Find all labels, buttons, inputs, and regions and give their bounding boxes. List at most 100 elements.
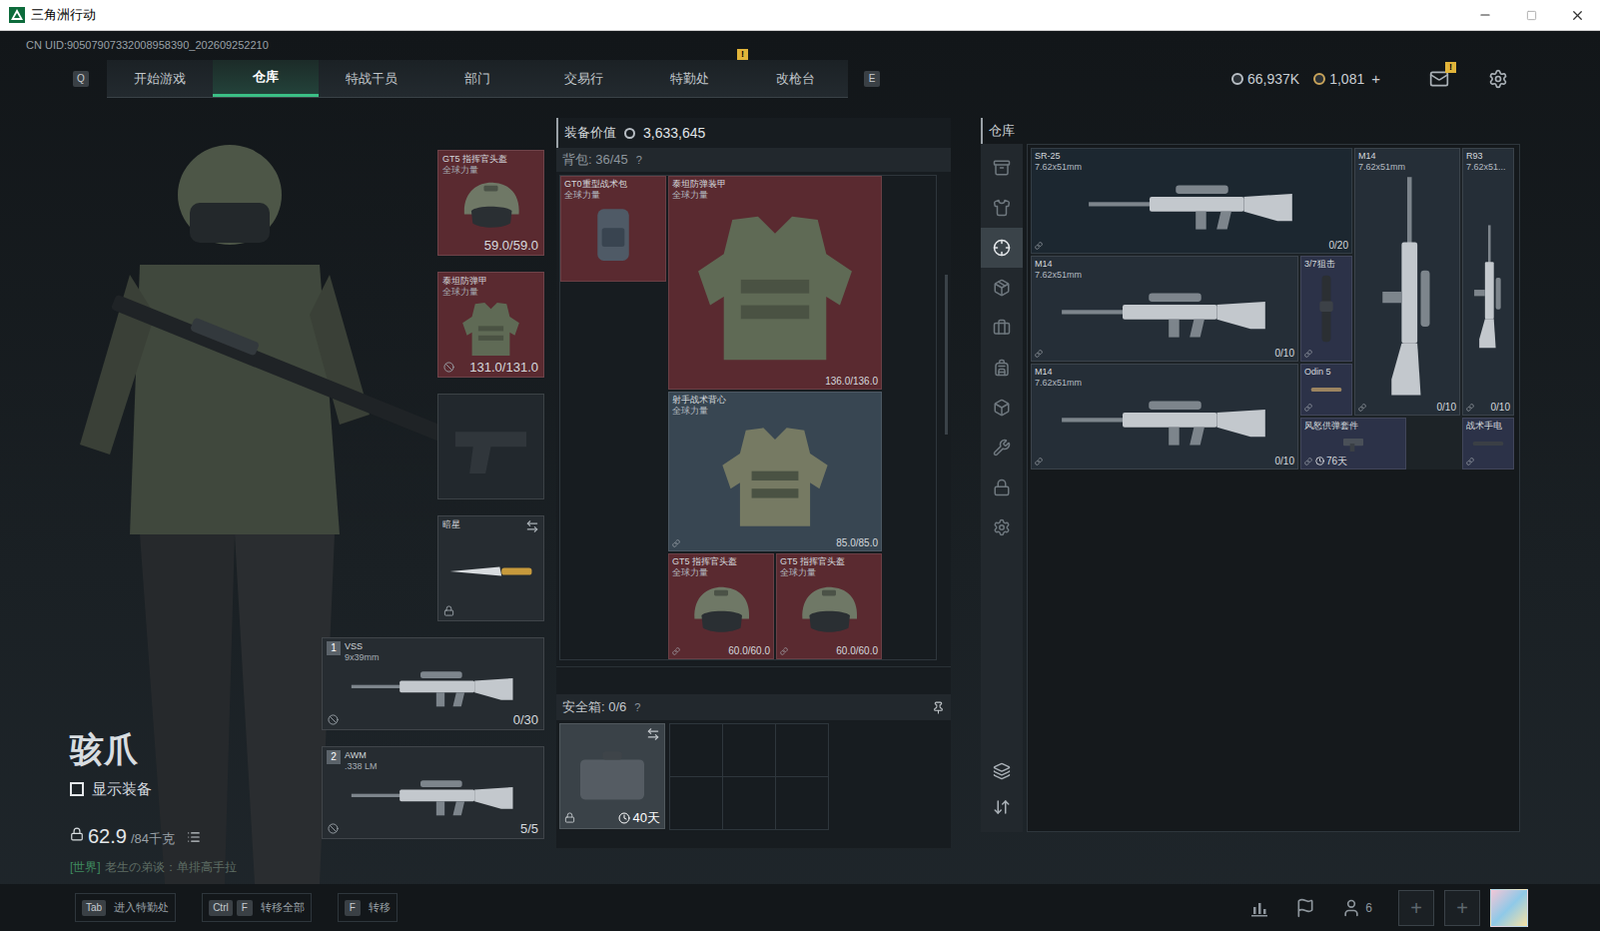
gear-slot[interactable] [437, 393, 545, 500]
key-chip: F [236, 899, 253, 916]
clock-icon [618, 811, 631, 824]
avatar[interactable] [1490, 888, 1529, 927]
slot-index: 2 [326, 750, 341, 765]
sidebar-tab[interactable] [980, 267, 1023, 308]
currency-amount: 1,081 [1329, 68, 1365, 90]
currency[interactable]: 1,081 + [1313, 67, 1381, 91]
list-icon[interactable] [186, 829, 201, 844]
chat-line[interactable]: [世界]老生の弟谈：单排高手拉 [69, 857, 318, 876]
item-cell[interactable]: GT5 指挥官头盔全球力量60.0/60.0 [776, 553, 882, 660]
show-equipment-toggle[interactable]: 显示装备 [69, 778, 318, 801]
hint-label: 转移 [368, 898, 391, 916]
mail-button[interactable]: ! [1426, 67, 1453, 90]
maximize-button[interactable] [1508, 0, 1555, 30]
item-name: GT5 指挥官头盔 [780, 556, 878, 568]
team-slot[interactable]: + [1444, 889, 1481, 926]
nav-tab[interactable]: 改枪台 [742, 59, 848, 97]
item-cell[interactable]: 战术手电 [1462, 417, 1515, 470]
item-sub: 7.62x51mm [1034, 377, 1295, 389]
item-name: 泰坦防弹装甲 [672, 178, 878, 190]
item-cell[interactable]: 射手战术背心全球力量85.0/85.0 [668, 391, 882, 552]
flag-icon[interactable] [1295, 897, 1316, 918]
rifle-icon [1037, 174, 1346, 238]
settings-icon[interactable] [1488, 68, 1509, 89]
item-cell[interactable]: GT5 指挥官头盔全球力量60.0/60.0 [668, 553, 775, 660]
item-cell[interactable]: Odin 5 [1300, 363, 1353, 416]
currency[interactable]: 66,937K [1231, 68, 1300, 90]
key-hint[interactable]: CtrlF转移全部 [201, 892, 312, 922]
item-cell[interactable]: M147.62x51mm0/10 [1030, 255, 1299, 362]
currency-add[interactable]: + [1371, 67, 1381, 91]
empty-slot[interactable] [723, 777, 776, 829]
bind-icon [1304, 403, 1313, 412]
sidebar-tab[interactable] [980, 227, 1023, 268]
minimize-button[interactable] [1462, 0, 1509, 30]
safebox[interactable]: 40天 [559, 723, 666, 829]
checkbox[interactable] [69, 782, 84, 797]
nav-tab[interactable]: 仓库 [212, 59, 319, 97]
item-cell[interactable]: GT0重型战术包全球力量 [560, 175, 667, 282]
empty-slot[interactable] [776, 777, 828, 829]
team-slot[interactable]: + [1398, 889, 1435, 926]
sidebar-tab[interactable] [980, 427, 1023, 468]
nav-tab-label: 特勤处 [670, 68, 710, 89]
key-hint[interactable]: F转移 [337, 892, 398, 922]
item-value: 0/10 [1437, 399, 1457, 415]
weapon-slot[interactable]: 1VSS9x39mm0/30 [321, 637, 545, 731]
sidebar-tab[interactable] [980, 507, 1023, 548]
pin-icon[interactable] [931, 701, 945, 715]
gear-slot[interactable]: GT5 指挥官头盔全球力量59.0/59.0 [437, 149, 545, 256]
friends[interactable]: 6 [1341, 897, 1373, 918]
nav-tab[interactable]: 开始游戏 [106, 59, 213, 97]
sort-icon[interactable] [992, 798, 1011, 816]
help-button[interactable]: ? [636, 151, 643, 169]
item-value: 0/20 [1329, 237, 1349, 253]
empty-slot[interactable] [723, 724, 776, 777]
item-sub: 7.62x51mm [1034, 269, 1295, 281]
sidebar-tab[interactable] [980, 347, 1023, 388]
stats-icon[interactable] [1249, 897, 1270, 918]
chat-text: 老生の弟谈：单排高手拉 [104, 859, 237, 874]
safebox-header: 安全箱: 0/6? [556, 694, 951, 721]
close-button[interactable] [1554, 0, 1600, 30]
pistol-placeholder-icon [446, 416, 536, 483]
item-cell[interactable]: R937.62x51...0/10 [1462, 147, 1515, 416]
item-cell[interactable]: M147.62x51mm0/10 [1030, 363, 1299, 470]
sidebar-tab[interactable] [980, 307, 1023, 348]
sidebar-tab[interactable] [980, 187, 1023, 228]
nav-tab[interactable]: 部门 [424, 59, 531, 97]
scope-icon [1307, 271, 1346, 346]
swap-icon[interactable] [646, 727, 661, 742]
gear-slot[interactable]: 暗星 [437, 515, 545, 622]
gear-slot[interactable]: 泰坦防弹甲全球力量131.0/131.0 [437, 271, 545, 378]
slot-sub: 9x39mm [344, 652, 380, 664]
empty-slot[interactable] [776, 724, 828, 777]
coin-icon [1231, 72, 1244, 85]
backpack-header: 背包: 36/45? [556, 147, 951, 172]
swap-icon[interactable] [525, 519, 540, 534]
item-cell[interactable]: 泰坦防弹装甲全球力量136.0/136.0 [668, 175, 882, 390]
layers-icon[interactable] [992, 762, 1011, 781]
empty-slot[interactable] [670, 777, 723, 829]
help-button[interactable]: ? [634, 699, 641, 717]
warehouse-title: 仓库 [988, 120, 1015, 141]
nav-tab[interactable]: 交易行 [530, 59, 637, 97]
slot-name: 泰坦防弹甲 [442, 275, 488, 287]
item-cell[interactable]: 3/7狙击 [1300, 255, 1353, 362]
item-cell[interactable]: SR-257.62x51mm0/20 [1030, 147, 1353, 254]
backpack-grid: GT0重型战术包全球力量泰坦防弹装甲全球力量136.0/136.0射手战术背心全… [559, 174, 937, 661]
scrollbar[interactable] [944, 274, 948, 435]
weapon-slot[interactable]: 2AWM.338 LM5/5 [321, 746, 545, 839]
item-name: M14 [1358, 150, 1457, 162]
item-cell[interactable]: 风怒供弹套件76天 [1300, 417, 1407, 470]
nav-tab[interactable]: 特勤处! [636, 59, 743, 97]
sidebar-tab[interactable] [980, 147, 1023, 188]
sidebar-tab[interactable] [980, 467, 1023, 508]
sidebar-tab[interactable] [980, 387, 1023, 428]
item-cell[interactable]: M147.62x51mm0/10 [1354, 147, 1461, 416]
nav-tab[interactable]: 特战干员 [318, 59, 425, 97]
empty-slot[interactable] [670, 724, 723, 777]
bind-icon [672, 647, 681, 656]
key-hint[interactable]: Tab进入特勤处 [74, 892, 176, 922]
rifle-icon [1361, 174, 1454, 400]
